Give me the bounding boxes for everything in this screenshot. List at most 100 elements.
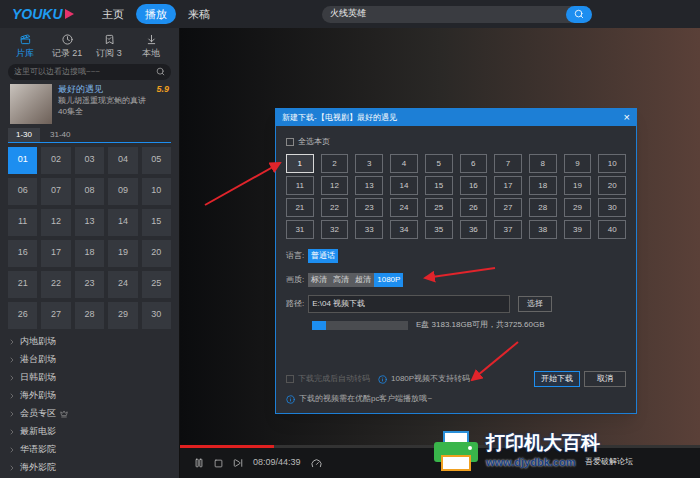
episode-tile[interactable]: 34: [390, 220, 418, 239]
episode-tile[interactable]: 30: [598, 198, 626, 217]
episode-tile[interactable]: 15: [425, 176, 453, 195]
episode-tile[interactable]: 23: [355, 198, 383, 217]
episode-tile[interactable]: 33: [355, 220, 383, 239]
episode-tile[interactable]: 28: [75, 302, 104, 329]
episode-tile[interactable]: 13: [355, 176, 383, 195]
episode-tile[interactable]: 25: [142, 271, 171, 298]
episode-tile[interactable]: 17: [41, 240, 70, 267]
cancel-button[interactable]: 取消: [584, 371, 626, 387]
episode-tile[interactable]: 25: [425, 198, 453, 217]
category-item[interactable]: 海外剧场: [8, 387, 171, 405]
episode-tile[interactable]: 4: [390, 154, 418, 173]
language-option[interactable]: 普通话: [308, 249, 338, 263]
episode-tile[interactable]: 29: [564, 198, 592, 217]
quality-option[interactable]: 高清: [330, 273, 352, 287]
episode-tile[interactable]: 28: [529, 198, 557, 217]
sidebar-tab[interactable]: 片库: [4, 34, 46, 61]
episode-tile[interactable]: 18: [529, 176, 557, 195]
episode-tile[interactable]: 2: [321, 154, 349, 173]
episode-tile[interactable]: 22: [41, 271, 70, 298]
episode-tile[interactable]: 17: [494, 176, 522, 195]
episode-tile[interactable]: 11: [8, 209, 37, 236]
category-item[interactable]: 港台剧场: [8, 351, 171, 369]
episode-tile[interactable]: 03: [75, 147, 104, 174]
episode-tile[interactable]: 14: [390, 176, 418, 195]
episode-tile[interactable]: 20: [598, 176, 626, 195]
episode-tile[interactable]: 09: [108, 178, 137, 205]
sidebar-search[interactable]: 这里可以边看边搜哦~~~: [8, 64, 171, 80]
episode-tile[interactable]: 39: [564, 220, 592, 239]
nav-tab[interactable]: 主页: [100, 4, 126, 25]
logo[interactable]: YOUKU: [12, 7, 94, 21]
episode-tile[interactable]: 19: [564, 176, 592, 195]
checkbox[interactable]: [286, 375, 294, 383]
episode-tile[interactable]: 24: [108, 271, 137, 298]
range-tab[interactable]: 1-30: [8, 128, 40, 142]
episode-tile[interactable]: 27: [41, 302, 70, 329]
next-icon[interactable]: [233, 458, 243, 468]
sidebar-tab[interactable]: 订阅 3: [88, 34, 130, 61]
nav-tab[interactable]: 来稿: [186, 4, 212, 25]
episode-tile[interactable]: 20: [142, 240, 171, 267]
quality-option[interactable]: 标清: [308, 273, 330, 287]
episode-tile[interactable]: 16: [460, 176, 488, 195]
sidebar-tab[interactable]: 本地: [130, 34, 172, 61]
category-item[interactable]: 会员专区: [8, 405, 171, 423]
episode-tile[interactable]: 19: [108, 240, 137, 267]
episode-tile[interactable]: 07: [41, 178, 70, 205]
episode-tile[interactable]: 22: [321, 198, 349, 217]
episode-tile[interactable]: 02: [41, 147, 70, 174]
episode-tile[interactable]: 21: [286, 198, 314, 217]
episode-tile[interactable]: 08: [75, 178, 104, 205]
episode-tile[interactable]: 12: [41, 209, 70, 236]
nav-tab[interactable]: 播放: [136, 4, 176, 25]
category-item[interactable]: 华语影院: [8, 441, 171, 459]
stop-icon[interactable]: [214, 459, 223, 468]
episode-tile[interactable]: 37: [494, 220, 522, 239]
episode-tile[interactable]: 40: [598, 220, 626, 239]
episode-tile[interactable]: 05: [142, 147, 171, 174]
category-item[interactable]: 日韩剧场: [8, 369, 171, 387]
show-card[interactable]: 最好的遇见5.9颖儿胡遥重现宽鲍的真讲40集全: [10, 84, 169, 124]
episode-tile[interactable]: 3: [355, 154, 383, 173]
path-field[interactable]: E:\04 视频下载: [308, 295, 510, 313]
episode-tile[interactable]: 26: [8, 302, 37, 329]
pause-icon[interactable]: [194, 458, 204, 468]
close-button[interactable]: ×: [624, 112, 630, 123]
episode-tile[interactable]: 1: [286, 154, 314, 173]
checkbox[interactable]: [286, 138, 294, 146]
episode-tile[interactable]: 04: [108, 147, 137, 174]
episode-tile[interactable]: 12: [321, 176, 349, 195]
episode-tile[interactable]: 14: [108, 209, 137, 236]
episode-tile[interactable]: 06: [8, 178, 37, 205]
episode-tile[interactable]: 36: [460, 220, 488, 239]
episode-tile[interactable]: 32: [321, 220, 349, 239]
episode-tile[interactable]: 27: [494, 198, 522, 217]
episode-tile[interactable]: 21: [8, 271, 37, 298]
category-item[interactable]: 最新电影: [8, 423, 171, 441]
sidebar-tab[interactable]: 记录 21: [46, 34, 88, 61]
episode-tile[interactable]: 26: [460, 198, 488, 217]
quality-option[interactable]: 超清: [352, 273, 374, 287]
choose-button[interactable]: 选择: [518, 296, 552, 312]
episode-tile[interactable]: 30: [142, 302, 171, 329]
episode-tile[interactable]: 01: [8, 147, 37, 174]
category-item[interactable]: 海外影院: [8, 459, 171, 477]
range-tab[interactable]: 31-40: [42, 128, 78, 142]
select-all[interactable]: 全选本页: [286, 136, 626, 148]
episode-tile[interactable]: 10: [142, 178, 171, 205]
episode-tile[interactable]: 24: [390, 198, 418, 217]
episode-tile[interactable]: 13: [75, 209, 104, 236]
episode-tile[interactable]: 6: [460, 154, 488, 173]
episode-tile[interactable]: 7: [494, 154, 522, 173]
episode-tile[interactable]: 9: [564, 154, 592, 173]
episode-tile[interactable]: 23: [75, 271, 104, 298]
episode-tile[interactable]: 5: [425, 154, 453, 173]
speed-icon[interactable]: [311, 458, 322, 469]
search-button[interactable]: [566, 6, 592, 23]
quality-option[interactable]: 1080P: [374, 273, 403, 287]
episode-tile[interactable]: 10: [598, 154, 626, 173]
progress-track[interactable]: [180, 445, 700, 448]
episode-tile[interactable]: 38: [529, 220, 557, 239]
search-box[interactable]: 火线英雄: [322, 6, 592, 23]
